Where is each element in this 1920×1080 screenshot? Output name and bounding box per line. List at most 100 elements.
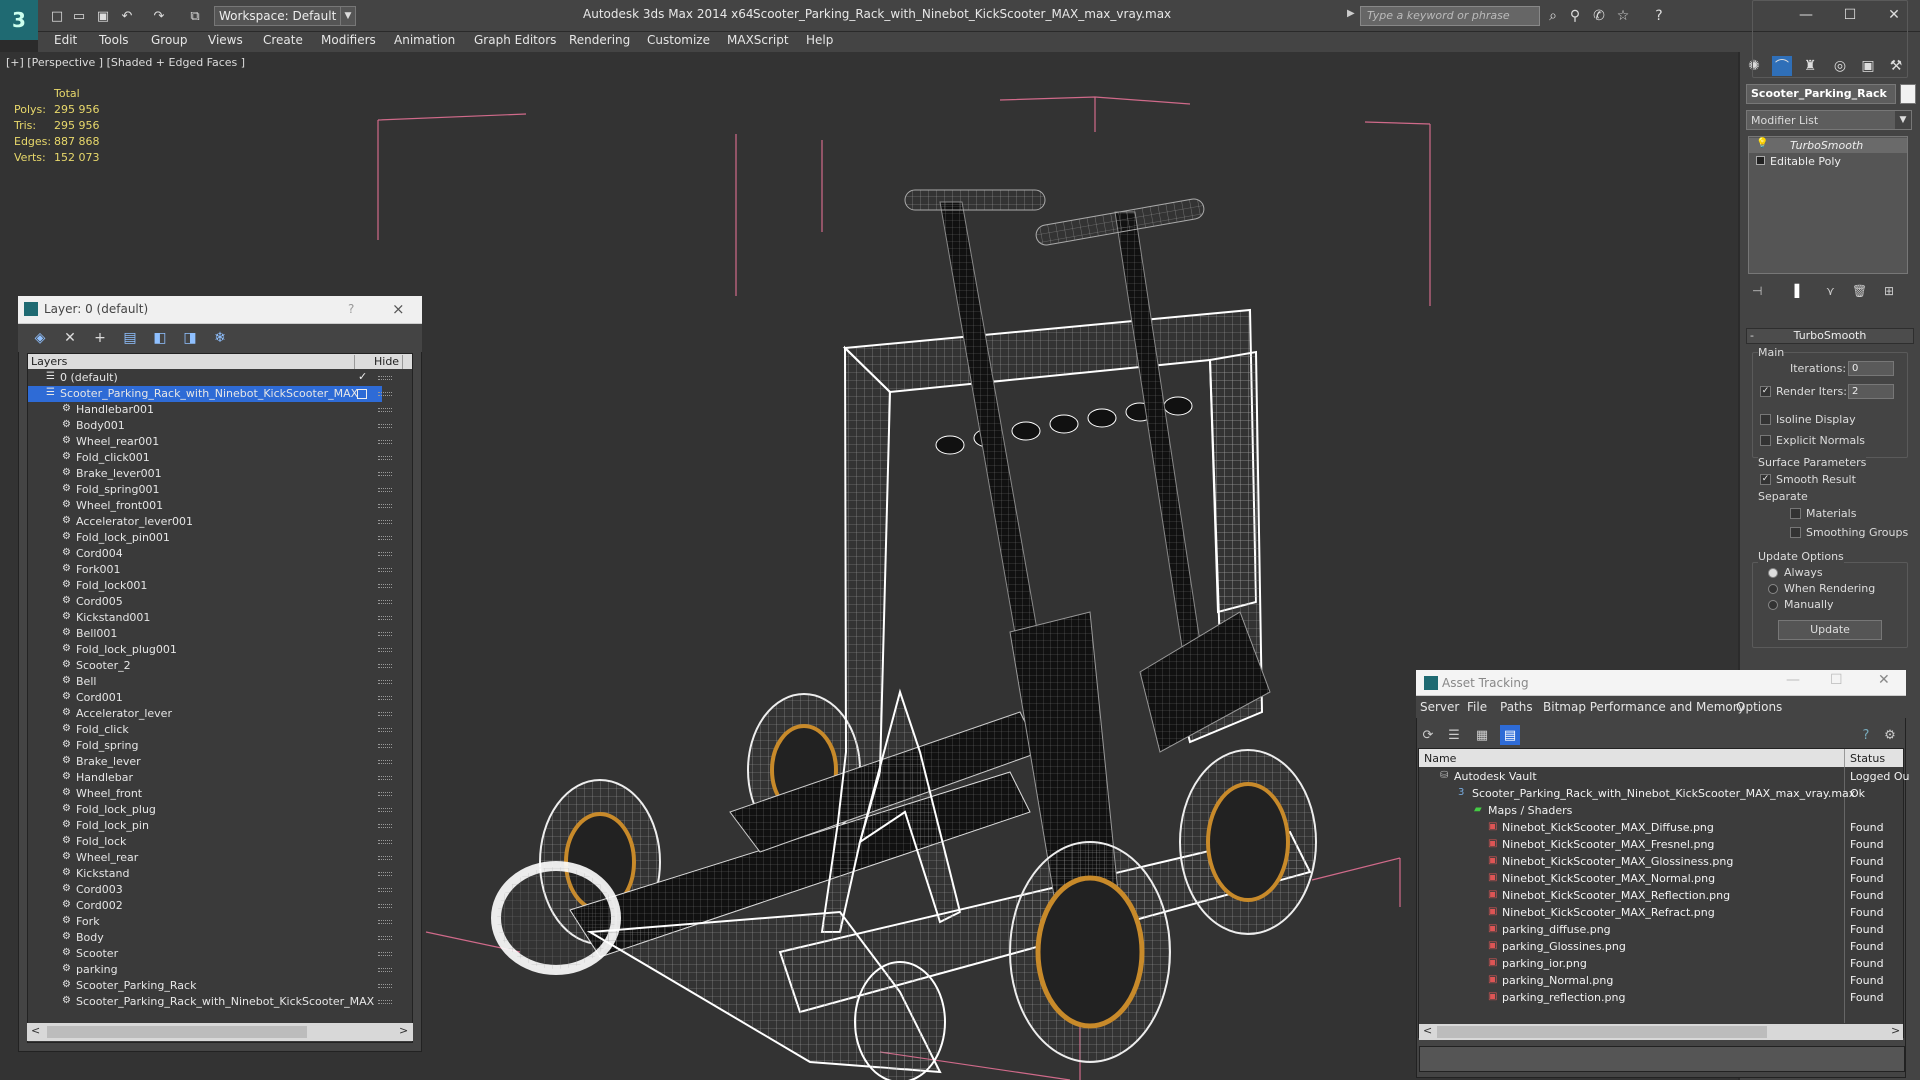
- hide-toggle[interactable]: [378, 872, 392, 876]
- maximize-icon[interactable]: ☐: [1830, 672, 1843, 688]
- hide-toggle[interactable]: [378, 920, 392, 924]
- help-icon[interactable]: ?: [1650, 7, 1668, 25]
- layer-row[interactable]: ⚙ Handlebar: [28, 770, 382, 786]
- current-layer-check-icon[interactable]: ✓: [358, 370, 367, 383]
- chevron-left-icon[interactable]: <: [31, 1024, 40, 1037]
- layer-row[interactable]: ⚙ Accelerator_lever001: [28, 514, 382, 530]
- binoculars-icon[interactable]: ⌕: [1544, 7, 1562, 25]
- menu-tools[interactable]: Tools: [99, 33, 129, 47]
- asset-row-name[interactable]: parking_diffuse.png: [1502, 923, 1611, 940]
- layer-row[interactable]: ⚙ Cord004: [28, 546, 382, 562]
- hide-toggle[interactable]: [378, 904, 392, 908]
- column-status[interactable]: Status: [1850, 752, 1885, 765]
- hide-toggle[interactable]: [378, 744, 392, 748]
- asset-menu-server[interactable]: Server: [1420, 700, 1459, 714]
- refresh-icon[interactable]: ⟳: [1418, 725, 1438, 745]
- layer-row[interactable]: ⚙ Body001: [28, 418, 382, 434]
- layer-row[interactable]: ⚙ Accelerator_lever: [28, 706, 382, 722]
- hide-toggle[interactable]: [378, 696, 392, 700]
- hide-toggle[interactable]: [378, 776, 392, 780]
- stack-item-turbosmooth[interactable]: TurboSmooth: [1790, 139, 1863, 152]
- scrollbar-thumb[interactable]: [47, 1026, 307, 1038]
- menu-rendering[interactable]: Rendering: [569, 33, 630, 47]
- hide-toggle[interactable]: [378, 616, 392, 620]
- hide-toggle[interactable]: [378, 712, 392, 716]
- asset-row-name[interactable]: parking_reflection.png: [1502, 991, 1625, 1008]
- materials-checkbox[interactable]: [1790, 508, 1801, 519]
- hide-toggle[interactable]: [378, 600, 392, 604]
- layer-row[interactable]: ⚙ Cord002: [28, 898, 382, 914]
- add-to-layer-icon[interactable]: +: [90, 328, 110, 348]
- isoline-checkbox[interactable]: [1760, 414, 1771, 425]
- menu-animation[interactable]: Animation: [394, 33, 455, 47]
- hide-all-icon[interactable]: ◨: [180, 328, 200, 348]
- hide-toggle[interactable]: [378, 808, 392, 812]
- asset-row-name[interactable]: Ninebot_KickScooter_MAX_Fresnel.png: [1502, 838, 1714, 855]
- hide-toggle[interactable]: [378, 968, 392, 972]
- hide-toggle[interactable]: [378, 488, 392, 492]
- table-view-icon[interactable]: ▤: [1500, 725, 1520, 745]
- menu-edit[interactable]: Edit: [54, 33, 77, 47]
- list-view-icon[interactable]: ☰: [1444, 725, 1464, 745]
- horizontal-scrollbar[interactable]: < >: [27, 1023, 413, 1041]
- layer-row[interactable]: ⚙ Fold_lock: [28, 834, 382, 850]
- asset-menu-paths[interactable]: Paths: [1500, 700, 1533, 714]
- hide-toggle[interactable]: [378, 824, 392, 828]
- hide-toggle[interactable]: [378, 408, 392, 412]
- asset-row-name[interactable]: parking_Glossines.png: [1502, 940, 1626, 957]
- asset-menu-options[interactable]: Options: [1736, 700, 1782, 714]
- viewport-label[interactable]: [+] [Perspective ] [Shaded + Edged Faces…: [6, 56, 245, 69]
- asset-menu-bitmap[interactable]: Bitmap Performance and Memory: [1543, 700, 1745, 714]
- pin-stack-icon[interactable]: ⊣: [1752, 284, 1762, 298]
- hide-toggle[interactable]: [378, 520, 392, 524]
- layer-row[interactable]: ⚙ Fold_lock_plug: [28, 802, 382, 818]
- layer-row[interactable]: ⚙ Wheel_front001: [28, 498, 382, 514]
- hide-toggle[interactable]: [378, 984, 392, 988]
- search-input[interactable]: Type a keyword or phrase: [1360, 6, 1540, 26]
- make-current-box-icon[interactable]: [357, 389, 367, 399]
- layer-row[interactable]: ⚙ Fork: [28, 914, 382, 930]
- manually-radio[interactable]: [1768, 600, 1778, 610]
- close-icon[interactable]: ✕: [1878, 672, 1890, 688]
- layer-row[interactable]: ⚙ Body: [28, 930, 382, 946]
- layer-row[interactable]: ⚙ Brake_lever: [28, 754, 382, 770]
- select-objects-icon[interactable]: ▤: [120, 328, 140, 348]
- scrollbar-thumb[interactable]: [1437, 1026, 1767, 1038]
- save-icon[interactable]: ▣: [94, 7, 112, 25]
- stack-expand-icon[interactable]: [1756, 156, 1765, 165]
- layer-row[interactable]: ⚙ Kickstand: [28, 866, 382, 882]
- layer-row[interactable]: ⚙ Wheel_rear001: [28, 434, 382, 450]
- menu-help[interactable]: Help: [806, 33, 833, 47]
- redo-icon[interactable]: ↷: [150, 7, 168, 25]
- column-hide[interactable]: Hide: [374, 355, 399, 368]
- layer-row[interactable]: ⚙ Fold_click: [28, 722, 382, 738]
- 3ds-max-logo-icon[interactable]: 3: [0, 0, 38, 40]
- hide-toggle[interactable]: [378, 456, 392, 460]
- configure-sets-icon[interactable]: ⊞: [1884, 284, 1894, 298]
- hide-toggle[interactable]: [378, 504, 392, 508]
- asset-row-name[interactable]: Autodesk Vault: [1454, 770, 1537, 787]
- smoothing-groups-checkbox[interactable]: [1790, 527, 1801, 538]
- update-button[interactable]: Update: [1778, 620, 1882, 640]
- delete-layer-icon[interactable]: ✕: [60, 328, 80, 348]
- asset-row-name[interactable]: Ninebot_KickScooter_MAX_Refract.png: [1502, 906, 1715, 923]
- layer-row[interactable]: ⚙ Scooter_2: [28, 658, 382, 674]
- layer-row[interactable]: ⚙ Cord001: [28, 690, 382, 706]
- menu-maxscript[interactable]: MAXScript: [727, 33, 789, 47]
- asset-row-name[interactable]: Maps / Shaders: [1488, 804, 1572, 821]
- render-iters-spinner[interactable]: 2: [1848, 384, 1894, 399]
- lightbulb-icon[interactable]: 💡: [1756, 138, 1768, 149]
- modifier-list-dropdown[interactable]: Modifier List: [1746, 110, 1912, 130]
- minimize-icon[interactable]: —: [1786, 672, 1800, 688]
- chevron-left-icon[interactable]: <: [1423, 1024, 1432, 1037]
- freeze-all-icon[interactable]: ❄: [210, 328, 230, 348]
- layer-row[interactable]: ⚙ Fold_click001: [28, 450, 382, 466]
- hide-toggle[interactable]: [378, 376, 392, 380]
- hide-toggle[interactable]: [378, 1000, 392, 1004]
- asset-row-name[interactable]: parking_ior.png: [1502, 957, 1587, 974]
- create-layer-icon[interactable]: ◈: [30, 328, 50, 348]
- hide-toggle[interactable]: [378, 424, 392, 428]
- hide-toggle[interactable]: [378, 536, 392, 540]
- column-layers[interactable]: Layers: [31, 355, 67, 368]
- hide-toggle[interactable]: [378, 680, 392, 684]
